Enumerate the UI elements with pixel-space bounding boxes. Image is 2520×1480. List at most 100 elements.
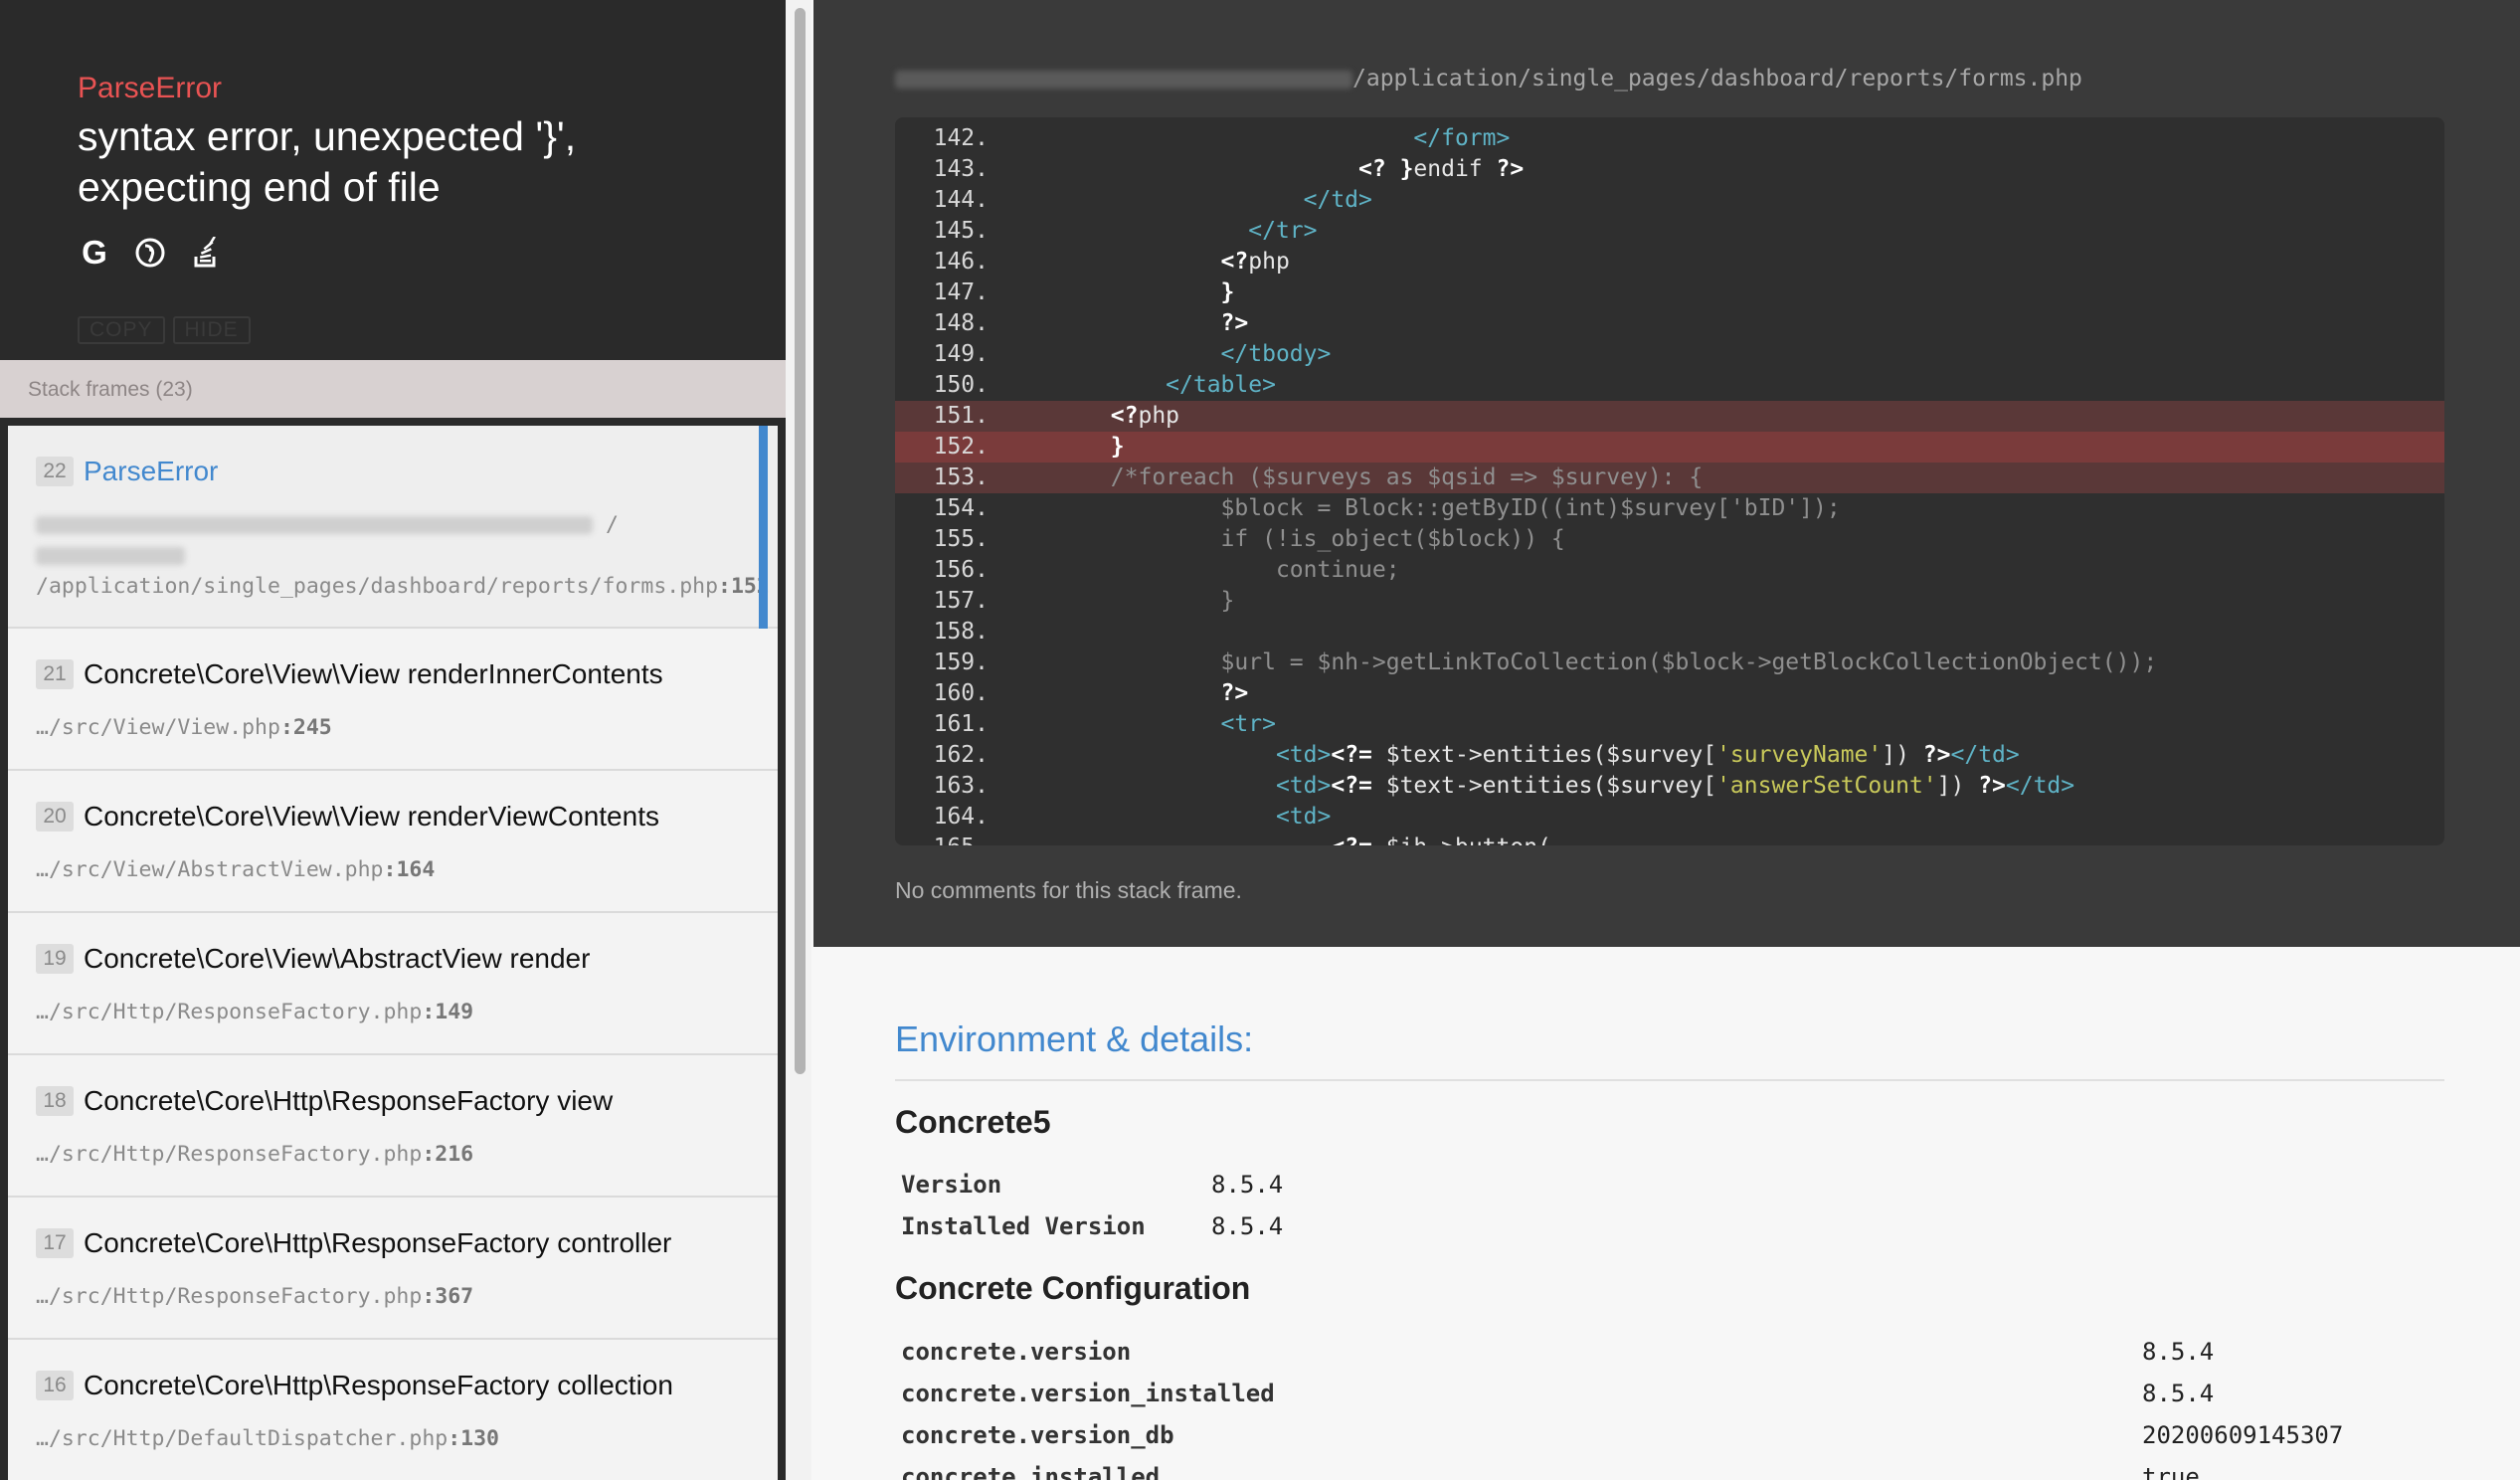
google-icon[interactable]: G bbox=[78, 234, 111, 271]
frame-file: …/src/Http/ResponseFactory.php:367 bbox=[36, 1284, 474, 1309]
code-token: $ih->button( bbox=[1386, 834, 1551, 845]
line-number: 145. bbox=[933, 218, 989, 244]
line-number: 142. bbox=[933, 125, 989, 151]
code-token: $url = $nh->getLinkToCollection($block->… bbox=[1000, 649, 2158, 675]
code-line: 147. } bbox=[895, 278, 2444, 308]
code-line: 151. <?php bbox=[895, 401, 2444, 432]
code-text: <td><?= $text->entities($survey['answerS… bbox=[1000, 771, 2074, 802]
line-number: 144. bbox=[933, 187, 989, 213]
code-token: ?> bbox=[1922, 742, 1951, 768]
line-number: 153. bbox=[933, 464, 989, 490]
code-line: 148. ?> bbox=[895, 308, 2444, 339]
code-token: ]) bbox=[1882, 742, 1923, 768]
code-token: </table> bbox=[1000, 372, 1276, 398]
frame-index: 22 bbox=[36, 457, 74, 486]
code-token: } bbox=[1000, 434, 1125, 460]
line-number: 163. bbox=[933, 773, 989, 799]
code-text: continue; bbox=[1000, 555, 1400, 586]
code-token: <td> bbox=[1000, 773, 1332, 799]
code-line: 160. ?> bbox=[895, 678, 2444, 709]
code-token: <?= bbox=[1331, 773, 1386, 799]
frames-scrollbar[interactable] bbox=[786, 0, 811, 1480]
frame-index: 19 bbox=[36, 944, 74, 974]
line-number: 146. bbox=[933, 249, 989, 275]
line-number: 148. bbox=[933, 310, 989, 336]
stack-frames-header: Stack frames (23) bbox=[0, 360, 786, 418]
env-row: concrete.version_installed 8.5.4 bbox=[901, 1380, 2215, 1407]
code-line: 165. <?= $ih->button( bbox=[895, 832, 2444, 845]
stack-frame-18[interactable]: 18 Concrete\Core\Http\ResponseFactory vi… bbox=[8, 1055, 778, 1198]
exception-actions: COPY HIDE bbox=[78, 316, 251, 344]
frame-file: …/src/Http/DefaultDispatcher.php:130 bbox=[36, 1426, 499, 1451]
code-line: 156. continue; bbox=[895, 555, 2444, 586]
env-row: Installed Version 8.5.4 bbox=[901, 1212, 1284, 1240]
code-line: 146. <?php bbox=[895, 247, 2444, 278]
code-text: } bbox=[1000, 432, 1125, 462]
exception-header: ParseError syntax error, unexpected '}',… bbox=[0, 0, 786, 360]
code-token: </td> bbox=[1000, 187, 1372, 213]
code-token: </tr> bbox=[1000, 218, 1318, 244]
code-token: /*foreach ($surveys as $qsid => $survey)… bbox=[1000, 464, 1704, 490]
redacted-path bbox=[895, 70, 1352, 89]
frame-file: …/src/Http/ResponseFactory.php:216 bbox=[36, 1142, 474, 1167]
section-heading: Concrete Configuration bbox=[895, 1270, 1251, 1306]
code-text: } bbox=[1000, 586, 1235, 617]
code-line: 154. $block = Block::getByID((int)$surve… bbox=[895, 493, 2444, 524]
code-token: <td> bbox=[1000, 742, 1332, 768]
code-text: $block = Block::getByID((int)$survey['bI… bbox=[1000, 493, 1841, 524]
env-row: concrete.version 8.5.4 bbox=[901, 1338, 2215, 1366]
line-number: 154. bbox=[933, 495, 989, 521]
frame-index: 17 bbox=[36, 1228, 74, 1258]
line-number: 165. bbox=[895, 832, 1000, 845]
code-text: <?php bbox=[1000, 247, 1290, 278]
line-number: 152. bbox=[933, 434, 989, 460]
stack-frame-19[interactable]: 19 Concrete\Core\View\AbstractView rende… bbox=[8, 913, 778, 1055]
code-listing: 142. </form> 143. <? }endif ?> 144. </td> 1… bbox=[895, 117, 2444, 845]
code-token: continue; bbox=[1000, 557, 1400, 583]
frame-class: ParseError bbox=[84, 456, 219, 486]
frame-comment: No comments for this stack frame. bbox=[895, 877, 1242, 903]
code-token: </td> bbox=[1950, 742, 2020, 768]
code-text: <tr> bbox=[1000, 709, 1276, 740]
stack-frame-22[interactable]: 22 ParseError / /application/single_page… bbox=[8, 426, 778, 629]
section-heading: Concrete5 bbox=[895, 1104, 1051, 1140]
code-token: </tbody> bbox=[1000, 341, 1332, 367]
stack-frame-20[interactable]: 20 Concrete\Core\View\View renderViewCon… bbox=[8, 771, 778, 913]
code-text: <? }endif ?> bbox=[1000, 154, 1524, 185]
env-row: Version 8.5.4 bbox=[901, 1171, 1284, 1199]
stack-panel: ParseError syntax error, unexpected '}',… bbox=[0, 0, 786, 1480]
code-text: /*foreach ($surveys as $qsid => $survey)… bbox=[1000, 462, 1703, 493]
stack-frame-21[interactable]: 21 Concrete\Core\View\View renderInnerCo… bbox=[8, 629, 778, 771]
frame-index: 21 bbox=[36, 659, 74, 689]
environment-panel: Environment & details: Concrete5 Version… bbox=[813, 947, 2520, 1480]
code-line: 164. <td> bbox=[895, 802, 2444, 832]
stackoverflow-icon[interactable] bbox=[189, 236, 223, 270]
line-number: 149. bbox=[933, 341, 989, 367]
code-token: </td> bbox=[2005, 773, 2075, 799]
stack-frame-16[interactable]: 16 Concrete\Core\Http\ResponseFactory co… bbox=[8, 1340, 778, 1480]
env-row: concrete.installed true bbox=[901, 1463, 2200, 1480]
code-line: 153. /*foreach ($surveys as $qsid => $su… bbox=[895, 462, 2444, 493]
line-number: 147. bbox=[933, 279, 989, 305]
code-token: <?= bbox=[1331, 742, 1386, 768]
hide-button[interactable]: HIDE bbox=[172, 316, 251, 344]
code-line: 158. bbox=[895, 617, 2444, 648]
exception-class: ParseError bbox=[78, 72, 223, 104]
code-line: 161. <tr> bbox=[895, 709, 2444, 740]
duckduckgo-icon[interactable] bbox=[133, 236, 167, 270]
code-line: 142. </form> bbox=[895, 123, 2444, 154]
frame-class: Concrete\Core\Http\ResponseFactory contr… bbox=[84, 1227, 672, 1258]
code-text: <td> bbox=[1000, 802, 1331, 832]
line-number: 162. bbox=[933, 742, 989, 768]
divider bbox=[895, 1079, 2444, 1081]
line-number: 158. bbox=[933, 619, 989, 645]
stack-frame-17[interactable]: 17 Concrete\Core\Http\ResponseFactory co… bbox=[8, 1198, 778, 1340]
code-line: 157. } bbox=[895, 586, 2444, 617]
code-line: 144. </td> bbox=[895, 185, 2444, 216]
copy-button[interactable]: COPY bbox=[78, 316, 165, 344]
line-number: 151. bbox=[933, 403, 989, 429]
code-token: 'answerSetCount' bbox=[1716, 773, 1937, 799]
scrollbar-thumb[interactable] bbox=[795, 8, 806, 1074]
exception-message: syntax error, unexpected '}', expecting … bbox=[78, 113, 577, 210]
code-text: } bbox=[1000, 278, 1235, 308]
